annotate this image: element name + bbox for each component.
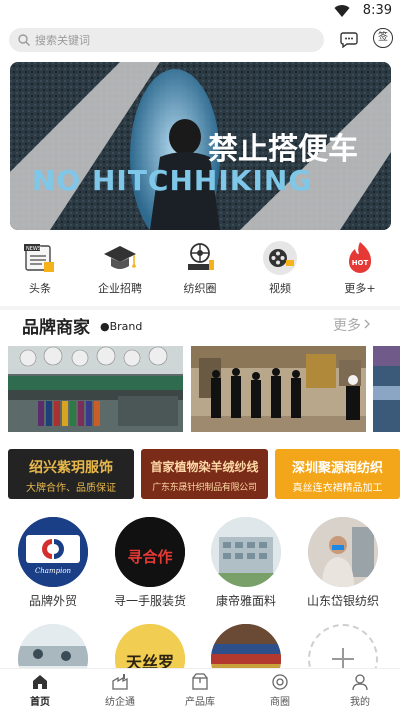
- banner-subtitle: NO HITCHHIKING: [32, 164, 312, 197]
- quick-nav: NEWS 头条 企业招聘 纺织圈 视频 HOT 更多+: [0, 240, 400, 300]
- brand-banner-zhiyue[interactable]: 绍兴紫玥服饰 大牌合作、品质保证: [8, 449, 134, 499]
- clock: 8:39: [362, 3, 392, 18]
- factory-icon: [112, 674, 128, 690]
- brand-photo-showroom[interactable]: [191, 346, 366, 432]
- brand-avatar-daiyin[interactable]: [308, 517, 378, 587]
- bottom-nav: 首页 纺企通 产品库 商圈 我的: [0, 668, 400, 710]
- quick-nav-more[interactable]: HOT 更多+: [325, 240, 395, 296]
- tab-me[interactable]: 我的: [320, 673, 400, 708]
- brand-label: 寻一手服装货: [113, 594, 186, 608]
- quick-nav-label: 视频: [269, 282, 291, 295]
- tab-business-circle[interactable]: 商圈: [240, 673, 320, 708]
- brand-label: 品牌外贸: [28, 594, 77, 608]
- brand-label: 康帝雅面料: [215, 594, 276, 608]
- brand-banner-title: 绍兴紫玥服饰: [29, 460, 113, 476]
- brand-banner-sub: 广东东晟针织制品有限公司: [152, 483, 257, 493]
- wifi-icon: [334, 5, 350, 18]
- home-icon: [33, 675, 47, 689]
- sign-in-button[interactable]: 签: [373, 28, 393, 48]
- brand-banner-dongsheng[interactable]: 首家植物染羊绒纱线 广东东晟针织制品有限公司: [141, 449, 268, 499]
- user-icon: [352, 674, 368, 691]
- film-reel-icon: [262, 240, 298, 276]
- tab-products[interactable]: 产品库: [160, 673, 240, 708]
- chevron-right-icon[interactable]: [363, 319, 371, 329]
- brand-banner-sub: 真丝连衣裙精品加工: [292, 483, 383, 494]
- tab-label: 首页: [30, 697, 50, 708]
- quick-nav-label: 纺织圈: [183, 282, 217, 295]
- brand-banner-title: 首家植物染羊绒纱线: [150, 460, 259, 474]
- product-box-icon: [192, 673, 208, 690]
- svg-text:NEWS: NEWS: [26, 246, 41, 252]
- more-link[interactable]: 更多: [333, 315, 361, 335]
- tab-label: 我的: [350, 697, 370, 708]
- hot-flame-icon: HOT: [342, 240, 378, 276]
- quick-nav-label: 头条: [29, 282, 51, 295]
- search-input[interactable]: 搜索关键词: [9, 28, 324, 52]
- champion-logo-text: Champion: [35, 567, 72, 575]
- quick-nav-label: 更多+: [344, 282, 376, 295]
- brand-label: 山东岱银纺织: [306, 594, 379, 608]
- business-circle-icon: [272, 674, 288, 690]
- brand-banner-sub: 大牌合作、品质保证: [26, 483, 116, 494]
- brand-avatar-champion[interactable]: Champion: [18, 517, 88, 587]
- hero-banner[interactable]: 禁止搭便车 NO HITCHHIKING: [10, 62, 391, 230]
- section-subtitle: ●Brand: [100, 320, 143, 333]
- quick-nav-label: 企业招聘: [98, 282, 142, 295]
- search-row: 搜索关键词 签: [0, 28, 400, 54]
- tab-factory[interactable]: 纺企通: [80, 673, 160, 708]
- quick-nav-headlines[interactable]: NEWS 头条: [5, 240, 75, 296]
- tab-label: 产品库: [185, 697, 215, 708]
- tab-home[interactable]: 首页: [0, 673, 80, 708]
- search-icon: [18, 34, 30, 46]
- graduation-cap-icon: [102, 240, 138, 276]
- search-placeholder: 搜索关键词: [35, 34, 90, 47]
- banner-image: 禁止搭便车 NO HITCHHIKING: [10, 62, 391, 230]
- textile-machine-icon: [182, 240, 218, 276]
- status-bar: 8:39: [0, 0, 400, 24]
- quick-nav-recruit[interactable]: 企业招聘: [85, 240, 155, 296]
- section-title: 品牌商家: [22, 318, 90, 338]
- tab-label: 商圈: [270, 697, 290, 708]
- brand-photo-factory[interactable]: [8, 346, 183, 432]
- hot-badge: HOT: [352, 259, 369, 267]
- brand-avatar-xun[interactable]: 寻合作: [115, 517, 185, 587]
- brand-banner-title: 深圳聚源润纺织: [291, 461, 383, 476]
- banner-title: 禁止搭便车: [208, 132, 358, 167]
- brand-banner-juyuanrun[interactable]: 深圳聚源润纺织 真丝连衣裙精品加工: [275, 449, 400, 499]
- message-icon[interactable]: [340, 30, 358, 48]
- quick-nav-textile-circle[interactable]: 纺织圈: [165, 240, 235, 296]
- tab-label: 纺企通: [105, 697, 135, 708]
- news-icon: NEWS: [22, 240, 58, 276]
- quick-nav-video[interactable]: 视频: [245, 240, 315, 296]
- brand-photo-fabric[interactable]: [373, 346, 400, 432]
- brand-avatar-kangdiya[interactable]: [211, 517, 281, 587]
- section-divider: [0, 306, 400, 310]
- xun-logo-text: 寻合作: [127, 548, 172, 566]
